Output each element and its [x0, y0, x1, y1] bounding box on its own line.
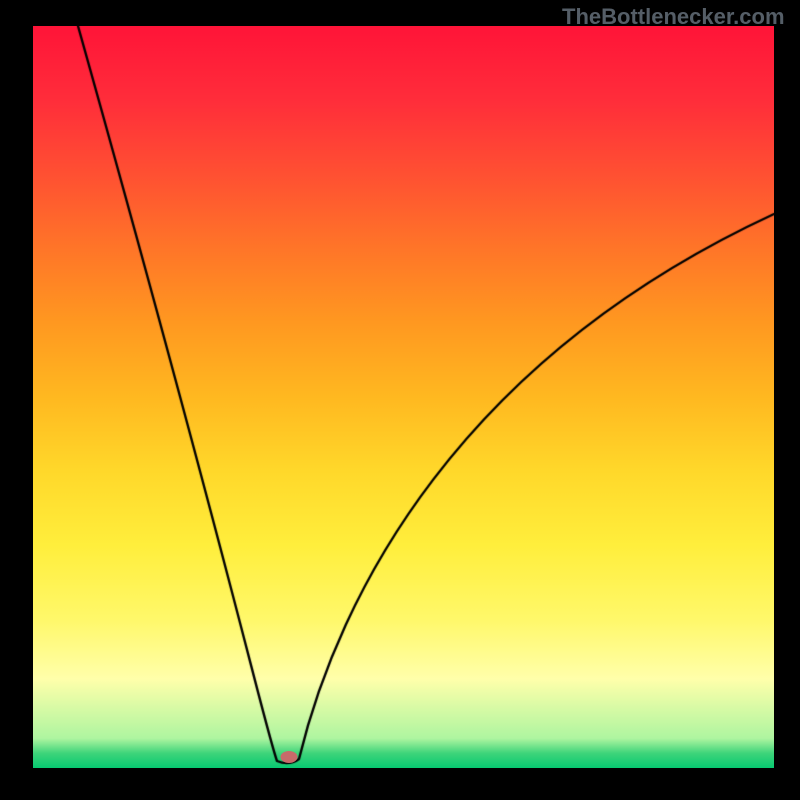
gradient-background [33, 26, 774, 768]
optimal-point-marker [281, 751, 298, 763]
watermark-text: TheBottlenecker.com [562, 4, 785, 30]
